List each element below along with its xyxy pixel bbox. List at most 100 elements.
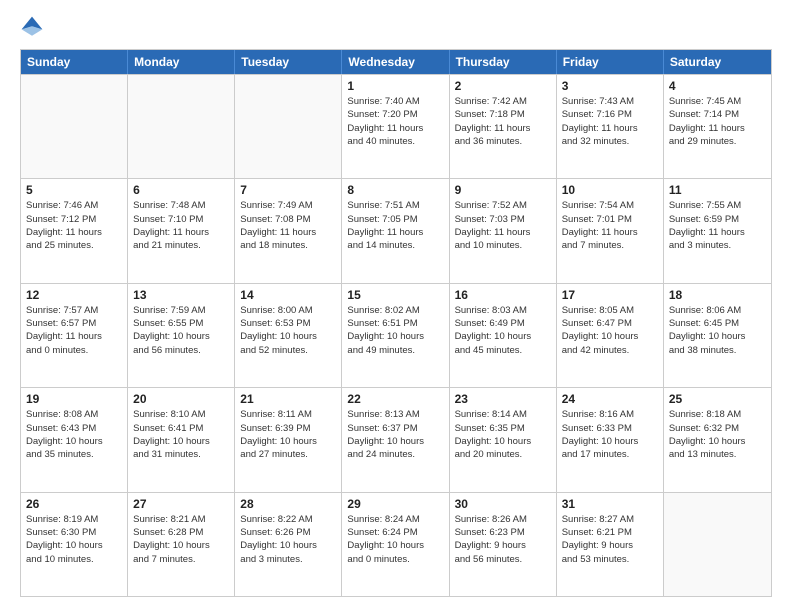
day-info: Sunrise: 7:57 AM Sunset: 6:57 PM Dayligh… xyxy=(26,304,122,357)
day-number: 4 xyxy=(669,79,766,93)
calendar-cell xyxy=(664,493,771,596)
calendar-cell: 28 Sunrise: 8:22 AM Sunset: 6:26 PM Dayli… xyxy=(235,493,342,596)
calendar-cell: 19 Sunrise: 8:08 AM Sunset: 6:43 PM Dayli… xyxy=(21,388,128,491)
day-info: Sunrise: 7:52 AM Sunset: 7:03 PM Dayligh… xyxy=(455,199,551,252)
calendar-cell: 26 Sunrise: 8:19 AM Sunset: 6:30 PM Dayli… xyxy=(21,493,128,596)
day-number: 25 xyxy=(669,392,766,406)
calendar-cell: 25 Sunrise: 8:18 AM Sunset: 6:32 PM Dayli… xyxy=(664,388,771,491)
calendar-cell: 7 Sunrise: 7:49 AM Sunset: 7:08 PM Daylig… xyxy=(235,179,342,282)
day-info: Sunrise: 8:08 AM Sunset: 6:43 PM Dayligh… xyxy=(26,408,122,461)
calendar-cell xyxy=(235,75,342,178)
day-info: Sunrise: 8:06 AM Sunset: 6:45 PM Dayligh… xyxy=(669,304,766,357)
day-info: Sunrise: 8:11 AM Sunset: 6:39 PM Dayligh… xyxy=(240,408,336,461)
day-info: Sunrise: 7:45 AM Sunset: 7:14 PM Dayligh… xyxy=(669,95,766,148)
day-info: Sunrise: 8:10 AM Sunset: 6:41 PM Dayligh… xyxy=(133,408,229,461)
header xyxy=(20,15,772,39)
day-info: Sunrise: 8:03 AM Sunset: 6:49 PM Dayligh… xyxy=(455,304,551,357)
calendar-cell: 12 Sunrise: 7:57 AM Sunset: 6:57 PM Dayli… xyxy=(21,284,128,387)
day-info: Sunrise: 8:22 AM Sunset: 6:26 PM Dayligh… xyxy=(240,513,336,566)
calendar: SundayMondayTuesdayWednesdayThursdayFrid… xyxy=(20,49,772,597)
day-info: Sunrise: 7:42 AM Sunset: 7:18 PM Dayligh… xyxy=(455,95,551,148)
day-number: 27 xyxy=(133,497,229,511)
calendar-cell xyxy=(128,75,235,178)
day-number: 31 xyxy=(562,497,658,511)
day-number: 11 xyxy=(669,183,766,197)
day-number: 3 xyxy=(562,79,658,93)
day-number: 21 xyxy=(240,392,336,406)
calendar-cell: 23Sunrise: 8:14 AM Sunset: 6:35 PM Dayli… xyxy=(450,388,557,491)
day-number: 28 xyxy=(240,497,336,511)
calendar-cell: 10Sunrise: 7:54 AM Sunset: 7:01 PM Dayli… xyxy=(557,179,664,282)
day-number: 12 xyxy=(26,288,122,302)
calendar-cell: 30 Sunrise: 8:26 AM Sunset: 6:23 PM Dayli… xyxy=(450,493,557,596)
page: SundayMondayTuesdayWednesdayThursdayFrid… xyxy=(0,0,792,612)
calendar-cell: 9 Sunrise: 7:52 AM Sunset: 7:03 PM Daylig… xyxy=(450,179,557,282)
calendar-cell: 11 Sunrise: 7:55 AM Sunset: 6:59 PM Dayli… xyxy=(664,179,771,282)
day-number: 18 xyxy=(669,288,766,302)
day-info: Sunrise: 8:19 AM Sunset: 6:30 PM Dayligh… xyxy=(26,513,122,566)
calendar-header-cell: Monday xyxy=(128,50,235,74)
calendar-row: 5 Sunrise: 7:46 AM Sunset: 7:12 PM Daylig… xyxy=(21,178,771,282)
day-info: Sunrise: 7:49 AM Sunset: 7:08 PM Dayligh… xyxy=(240,199,336,252)
day-info: Sunrise: 8:13 AM Sunset: 6:37 PM Dayligh… xyxy=(347,408,443,461)
day-info: Sunrise: 8:21 AM Sunset: 6:28 PM Dayligh… xyxy=(133,513,229,566)
calendar-cell: 18 Sunrise: 8:06 AM Sunset: 6:45 PM Dayli… xyxy=(664,284,771,387)
day-info: Sunrise: 8:14 AM Sunset: 6:35 PM Dayligh… xyxy=(455,408,551,461)
day-number: 13 xyxy=(133,288,229,302)
day-info: Sunrise: 8:00 AM Sunset: 6:53 PM Dayligh… xyxy=(240,304,336,357)
day-info: Sunrise: 7:40 AM Sunset: 7:20 PM Dayligh… xyxy=(347,95,443,148)
day-number: 26 xyxy=(26,497,122,511)
logo-icon xyxy=(20,15,44,39)
day-number: 19 xyxy=(26,392,122,406)
calendar-cell: 21 Sunrise: 8:11 AM Sunset: 6:39 PM Dayli… xyxy=(235,388,342,491)
day-number: 8 xyxy=(347,183,443,197)
day-info: Sunrise: 7:55 AM Sunset: 6:59 PM Dayligh… xyxy=(669,199,766,252)
calendar-cell: 16 Sunrise: 8:03 AM Sunset: 6:49 PM Dayli… xyxy=(450,284,557,387)
calendar-cell: 3Sunrise: 7:43 AM Sunset: 7:16 PM Daylig… xyxy=(557,75,664,178)
calendar-header-cell: Tuesday xyxy=(235,50,342,74)
day-number: 6 xyxy=(133,183,229,197)
calendar-cell: 13 Sunrise: 7:59 AM Sunset: 6:55 PM Dayli… xyxy=(128,284,235,387)
day-info: Sunrise: 8:26 AM Sunset: 6:23 PM Dayligh… xyxy=(455,513,551,566)
calendar-cell: 2 Sunrise: 7:42 AM Sunset: 7:18 PM Daylig… xyxy=(450,75,557,178)
calendar-header-cell: Sunday xyxy=(21,50,128,74)
day-number: 16 xyxy=(455,288,551,302)
day-number: 17 xyxy=(562,288,658,302)
day-number: 7 xyxy=(240,183,336,197)
day-number: 15 xyxy=(347,288,443,302)
calendar-cell: 1 Sunrise: 7:40 AM Sunset: 7:20 PM Daylig… xyxy=(342,75,449,178)
calendar-cell: 8 Sunrise: 7:51 AM Sunset: 7:05 PM Daylig… xyxy=(342,179,449,282)
day-info: Sunrise: 8:18 AM Sunset: 6:32 PM Dayligh… xyxy=(669,408,766,461)
day-number: 24 xyxy=(562,392,658,406)
day-number: 30 xyxy=(455,497,551,511)
day-number: 2 xyxy=(455,79,551,93)
calendar-cell: 4 Sunrise: 7:45 AM Sunset: 7:14 PM Daylig… xyxy=(664,75,771,178)
calendar-header-cell: Friday xyxy=(557,50,664,74)
day-number: 9 xyxy=(455,183,551,197)
calendar-row: 12 Sunrise: 7:57 AM Sunset: 6:57 PM Dayli… xyxy=(21,283,771,387)
calendar-header-cell: Wednesday xyxy=(342,50,449,74)
day-info: Sunrise: 8:02 AM Sunset: 6:51 PM Dayligh… xyxy=(347,304,443,357)
calendar-row: 19 Sunrise: 8:08 AM Sunset: 6:43 PM Dayli… xyxy=(21,387,771,491)
calendar-row: 26 Sunrise: 8:19 AM Sunset: 6:30 PM Dayli… xyxy=(21,492,771,596)
calendar-row: 1 Sunrise: 7:40 AM Sunset: 7:20 PM Daylig… xyxy=(21,74,771,178)
day-info: Sunrise: 7:48 AM Sunset: 7:10 PM Dayligh… xyxy=(133,199,229,252)
day-info: Sunrise: 7:51 AM Sunset: 7:05 PM Dayligh… xyxy=(347,199,443,252)
day-info: Sunrise: 8:16 AM Sunset: 6:33 PM Dayligh… xyxy=(562,408,658,461)
calendar-cell: 29Sunrise: 8:24 AM Sunset: 6:24 PM Dayli… xyxy=(342,493,449,596)
day-info: Sunrise: 7:54 AM Sunset: 7:01 PM Dayligh… xyxy=(562,199,658,252)
calendar-cell: 31 Sunrise: 8:27 AM Sunset: 6:21 PM Dayli… xyxy=(557,493,664,596)
day-number: 29 xyxy=(347,497,443,511)
calendar-cell: 15 Sunrise: 8:02 AM Sunset: 6:51 PM Dayli… xyxy=(342,284,449,387)
day-number: 1 xyxy=(347,79,443,93)
calendar-header-cell: Saturday xyxy=(664,50,771,74)
day-number: 20 xyxy=(133,392,229,406)
calendar-cell: 24 Sunrise: 8:16 AM Sunset: 6:33 PM Dayli… xyxy=(557,388,664,491)
calendar-cell xyxy=(21,75,128,178)
day-number: 5 xyxy=(26,183,122,197)
day-info: Sunrise: 7:46 AM Sunset: 7:12 PM Dayligh… xyxy=(26,199,122,252)
calendar-cell: 20 Sunrise: 8:10 AM Sunset: 6:41 PM Dayli… xyxy=(128,388,235,491)
calendar-cell: 22Sunrise: 8:13 AM Sunset: 6:37 PM Dayli… xyxy=(342,388,449,491)
day-info: Sunrise: 8:27 AM Sunset: 6:21 PM Dayligh… xyxy=(562,513,658,566)
day-info: Sunrise: 7:59 AM Sunset: 6:55 PM Dayligh… xyxy=(133,304,229,357)
